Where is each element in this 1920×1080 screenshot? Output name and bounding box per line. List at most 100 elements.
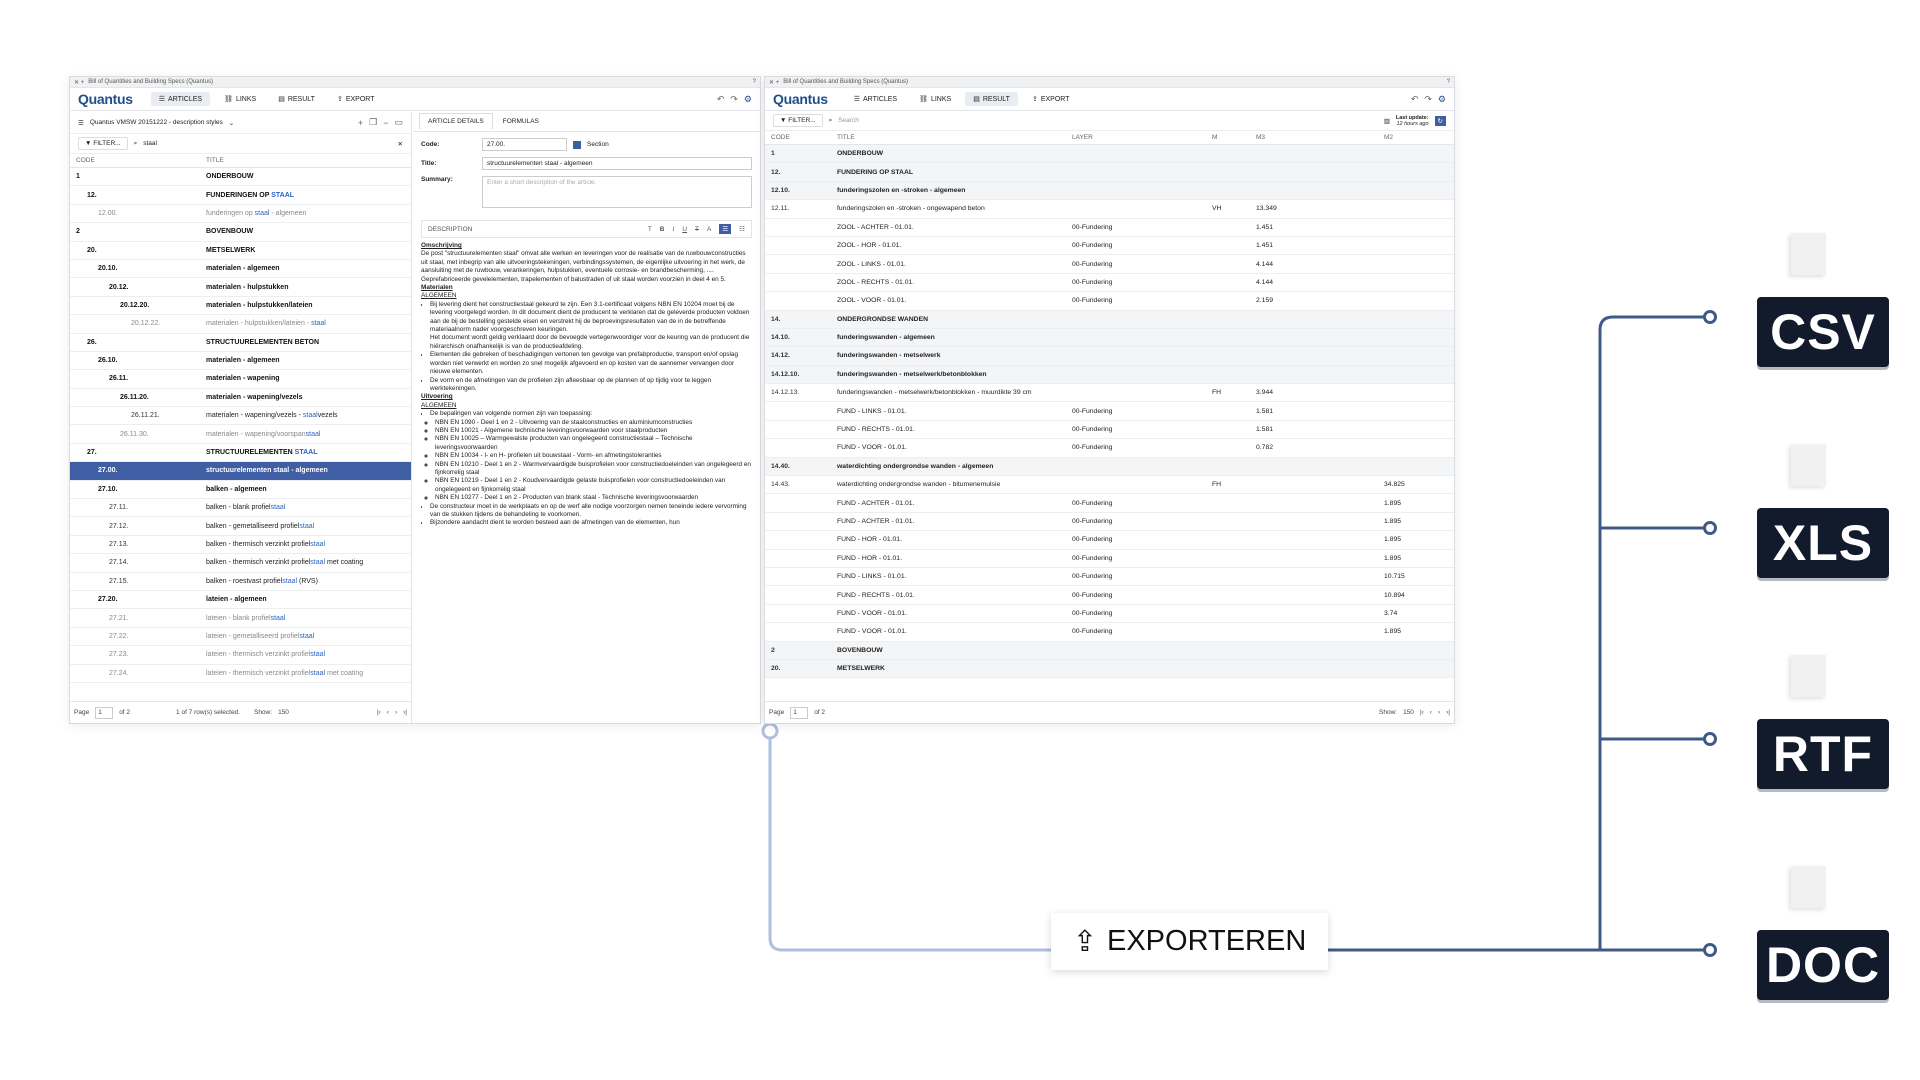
italic-icon[interactable]: I: [673, 226, 675, 233]
tab-export[interactable]: ⇪ EXPORT: [1024, 92, 1078, 106]
text-color-icon[interactable]: A: [707, 226, 711, 233]
page-size-select[interactable]: 150: [1403, 709, 1414, 716]
tree-row[interactable]: 27.14. balken - thermisch verzinkt profie…: [70, 554, 411, 573]
underline-icon[interactable]: U: [682, 226, 687, 233]
close-icon[interactable]: ✕ +: [74, 79, 84, 86]
tree-row[interactable]: 27.21. lateien - blank profielstaal: [70, 609, 411, 628]
tree-row[interactable]: 27.15. balken - roestvast profielstaal (R…: [70, 573, 411, 591]
add-icon[interactable]: +: [358, 118, 363, 128]
filter-button[interactable]: ▼ FILTER...: [78, 137, 128, 150]
result-row[interactable]: ZOOL - ACHTER - 01.01. 00-Fundering 1.451: [765, 219, 1454, 237]
tree-row[interactable]: 26.11.30. materialen - wapening/voorspans…: [70, 425, 411, 444]
tab-export[interactable]: ⇪ EXPORT: [329, 92, 383, 106]
page-input[interactable]: 1: [790, 706, 809, 719]
text-size-icon[interactable]: T: [648, 226, 652, 233]
first-page-icon[interactable]: |‹: [377, 709, 381, 716]
next-page-icon[interactable]: ›: [1438, 709, 1440, 716]
tree-row[interactable]: 27.24. lateien - thermisch verzinkt profi…: [70, 665, 411, 683]
format-csv-button[interactable]: CSV: [1757, 297, 1889, 367]
col-title[interactable]: TITLE: [837, 134, 1072, 141]
tree-row[interactable]: 20.12.20. materialen - hulpstukken/lateie…: [70, 297, 411, 316]
prev-page-icon[interactable]: ‹: [387, 709, 389, 716]
result-row[interactable]: FUND - RECHTS - 01.01. 00-Fundering 10.894: [765, 586, 1454, 605]
tree-row[interactable]: 12.00. funderingen op staal - algemeen: [70, 205, 411, 224]
redo-icon[interactable]: ↷: [730, 94, 738, 105]
tree-row[interactable]: 12. FUNDERINGEN OP STAAL: [70, 186, 411, 205]
tree-row[interactable]: 26.11. materialen - wapening: [70, 370, 411, 389]
tab-result[interactable]: ▤ RESULT: [965, 92, 1018, 106]
col-code[interactable]: CODE: [70, 157, 200, 164]
col-m3[interactable]: M3: [1256, 134, 1384, 141]
undo-icon[interactable]: ↶: [1411, 94, 1419, 105]
tab-articles[interactable]: ☰ ARTICLES: [846, 92, 905, 106]
result-row[interactable]: 12. FUNDERING OP STAAL: [765, 163, 1454, 182]
title-field[interactable]: structuurelementen staal - algemeen: [482, 157, 752, 170]
result-row[interactable]: 14.40. waterdichting ondergrondse wanden …: [765, 457, 1454, 477]
result-row[interactable]: 14.43. waterdichting ondergrondse wanden …: [765, 476, 1454, 495]
copy-icon[interactable]: ❐: [369, 117, 377, 128]
filter-button[interactable]: ▼ FILTER...: [773, 114, 823, 127]
result-row[interactable]: FUND - ACHTER - 01.01. 00-Fundering 1.895: [765, 494, 1454, 513]
tree-row[interactable]: 20.10. materialen - algemeen: [70, 260, 411, 279]
result-row[interactable]: ZOOL - VOOR - 01.01. 00-Fundering 2.159: [765, 292, 1454, 311]
result-row[interactable]: FUND - LINKS - 01.01. 00-Fundering 1.581: [765, 402, 1454, 421]
result-row[interactable]: 14.10. funderingswanden - algemeen: [765, 328, 1454, 348]
result-row[interactable]: 20. METSELWERK: [765, 659, 1454, 679]
tree-row[interactable]: 27.20. lateien - algemeen: [70, 591, 411, 610]
result-row[interactable]: FUND - HOR - 01.01. 00-Fundering 1.895: [765, 550, 1454, 568]
code-field[interactable]: 27.00.: [482, 138, 567, 151]
result-row[interactable]: 1 ONDERBOUW: [765, 145, 1454, 164]
format-rtf-button[interactable]: RTF: [1757, 719, 1889, 789]
result-row[interactable]: 12.11. funderingszolen en -stroken - onge…: [765, 200, 1454, 219]
result-row[interactable]: 14.12.10. funderingswanden - metselwerk/b…: [765, 365, 1454, 385]
tree-row[interactable]: 27.00. structuurelementen staal - algemee…: [70, 462, 411, 481]
search-input[interactable]: staal: [143, 140, 391, 147]
result-row[interactable]: ZOOL - LINKS - 01.01. 00-Fundering 4.144: [765, 255, 1454, 274]
columns-icon[interactable]: ▥: [1384, 117, 1390, 125]
chevron-down-icon[interactable]: ⌄: [229, 119, 234, 127]
tree-row[interactable]: 1 ONDERBOUW: [70, 168, 411, 187]
result-row[interactable]: FUND - HOR - 01.01. 00-Fundering 1.895: [765, 531, 1454, 550]
tree-row[interactable]: 27.22. lateien - gemetalliseerd profielst…: [70, 628, 411, 647]
help-icon[interactable]: ?: [1447, 79, 1450, 85]
format-doc-button[interactable]: DOC: [1757, 930, 1889, 1000]
close-icon[interactable]: ✕ +: [769, 79, 779, 86]
tab-links[interactable]: ⛓ LINKS: [216, 92, 264, 106]
result-row[interactable]: 14. ONDERGRONDSE WANDEN: [765, 310, 1454, 329]
tab-article-details[interactable]: ARTICLE DETAILS: [419, 113, 493, 130]
export-button[interactable]: ⇪ EXPORTEREN: [1051, 913, 1328, 970]
format-xls-button[interactable]: XLS: [1757, 508, 1889, 578]
result-row[interactable]: 14.12.13. funderingswanden - metselwerk/b…: [765, 384, 1454, 403]
tree-row[interactable]: 2 BOVENBOUW: [70, 223, 411, 242]
folder-icon[interactable]: ▭: [394, 117, 403, 128]
result-row[interactable]: FUND - VOOR - 01.01. 00-Fundering 1.895: [765, 623, 1454, 642]
remove-icon[interactable]: −: [383, 118, 388, 128]
col-layer[interactable]: LAYER: [1072, 134, 1212, 141]
last-page-icon[interactable]: ›|: [1446, 709, 1450, 716]
gear-icon[interactable]: ⚙: [744, 94, 752, 105]
page-input[interactable]: 1: [95, 706, 114, 719]
tree-row[interactable]: 27.11. balken - blank profielstaal: [70, 499, 411, 518]
last-page-icon[interactable]: ›|: [403, 709, 407, 716]
col-title[interactable]: TITLE: [200, 157, 224, 164]
col-m[interactable]: M: [1212, 134, 1256, 141]
result-row[interactable]: ZOOL - HOR - 01.01. 00-Fundering 1.451: [765, 237, 1454, 256]
tree-row[interactable]: 27.13. balken - thermisch verzinkt profie…: [70, 536, 411, 555]
prev-page-icon[interactable]: ‹: [1430, 709, 1432, 716]
strike-icon[interactable]: T: [695, 226, 699, 233]
bold-icon[interactable]: B: [660, 226, 665, 233]
result-row[interactable]: FUND - LINKS - 01.01. 00-Fundering 10.715: [765, 568, 1454, 587]
gear-icon[interactable]: ⚙: [1438, 94, 1446, 105]
tree-row[interactable]: 26.11.20. materialen - wapening/vezels: [70, 389, 411, 408]
result-row[interactable]: 14.12. funderingswanden - metselwerk: [765, 347, 1454, 366]
section-checkbox[interactable]: [573, 140, 581, 149]
undo-icon[interactable]: ↶: [717, 94, 725, 105]
result-row[interactable]: 12.10. funderingszolen en -stroken - alge…: [765, 181, 1454, 201]
tab-formulas[interactable]: FORMULAS: [495, 114, 547, 129]
spec-selector[interactable]: Quantus VMSW 20151222 - description styl…: [90, 119, 223, 126]
search-input[interactable]: Search: [838, 117, 1377, 124]
numbered-list-icon[interactable]: ☷: [739, 225, 745, 233]
result-row[interactable]: 2 BOVENBOUW: [765, 641, 1454, 660]
help-icon[interactable]: ?: [753, 79, 756, 85]
col-m2[interactable]: M2: [1384, 134, 1393, 141]
